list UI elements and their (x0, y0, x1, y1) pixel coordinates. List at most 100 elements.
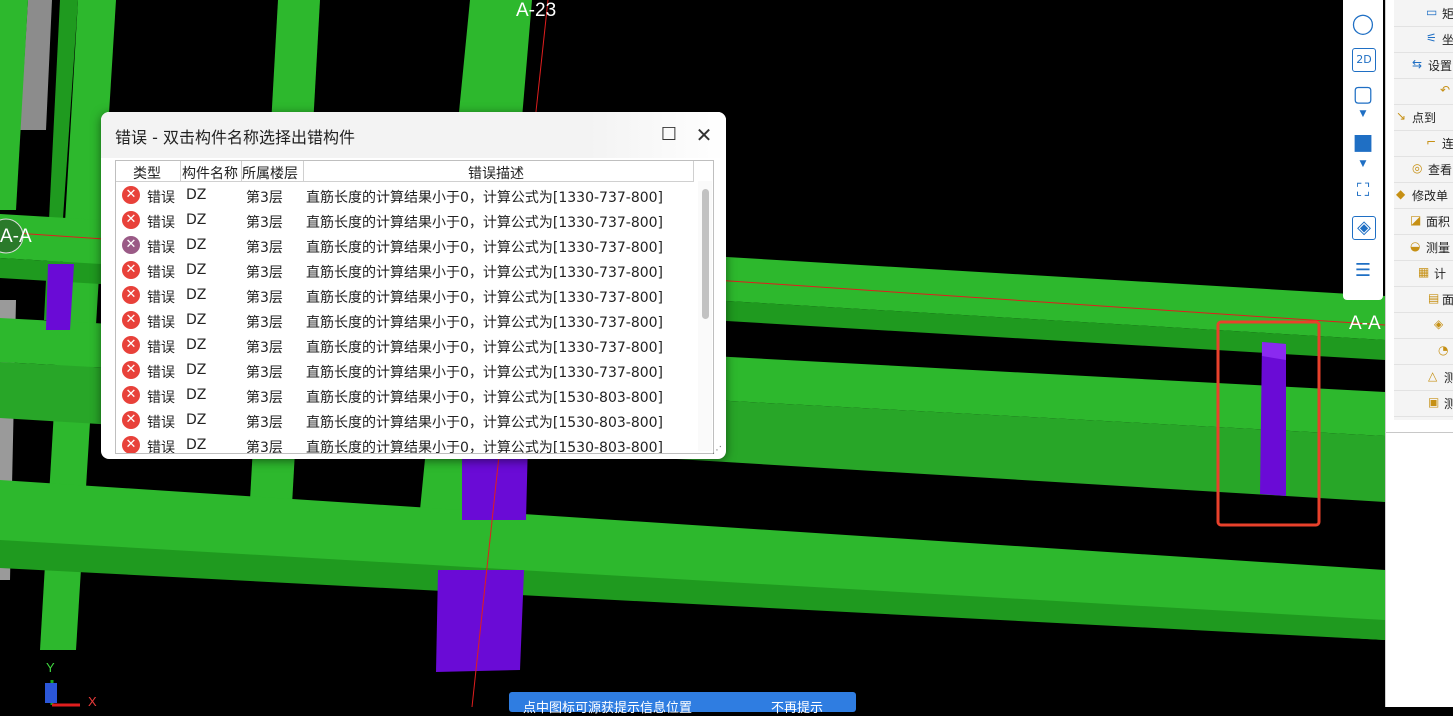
column-header-floor[interactable]: 所属楼层 (242, 163, 306, 183)
column-divider[interactable] (693, 161, 694, 181)
display-settings-icon[interactable]: ☰ (1350, 258, 1376, 284)
table-body: ✕ 错误 DZ 第3层 直筋长度的计算结果小于0，计算公式为[1330-737-800]… (116, 183, 696, 454)
row-component-name[interactable]: DZ (186, 337, 206, 353)
notification-banner[interactable]: 点中图标可源获提示信息位置 不再提示 (509, 692, 856, 716)
command-item[interactable]: ⌐ 连 (1394, 130, 1453, 157)
row-description: 直筋长度的计算结果小于0，计算公式为[1330-737-800] (306, 365, 664, 381)
gizmo-z-block (45, 683, 57, 703)
column-header-name[interactable]: 构件名称 (182, 163, 242, 183)
row-type: 错误 (147, 315, 175, 331)
purple-column (1260, 342, 1286, 496)
measure-icon: ◒ (1410, 239, 1421, 253)
row-component-name[interactable]: DZ (186, 237, 206, 253)
command-item[interactable]: ◈ (1394, 312, 1453, 339)
row-type: 错误 (147, 190, 175, 206)
error-icon: ✕ (122, 236, 140, 254)
row-description: 直筋长度的计算结果小于0，计算公式为[1530-803-800] (306, 440, 664, 454)
view-toolbar: ◯ 2D ▢ ▼ ■ ▼ ⛶ ◈ ☰ (1343, 0, 1383, 300)
purple-column (46, 264, 74, 330)
command-item[interactable]: ▤ 面 (1394, 286, 1453, 313)
command-item[interactable]: ◒ 测量 (1394, 234, 1453, 261)
table-row[interactable]: ✕ 错误 DZ 第3层 直筋长度的计算结果小于0，计算公式为[1330-737-800] (116, 258, 696, 283)
error-dialog[interactable]: 错误 - 双击构件名称选择出错构件 ☐ ✕ 类型 构件名称 所属楼层 错误描述 … (101, 112, 726, 459)
table-row[interactable]: ✕ 错误 DZ 第3层 直筋长度的计算结果小于0，计算公式为[1530-803-800] (116, 383, 696, 408)
table-row[interactable]: ✕ 错误 DZ 第3层 直筋长度的计算结果小于0，计算公式为[1330-737-800] (116, 283, 696, 308)
table-row[interactable]: ✕ 错误 DZ 第3层 直筋长度的计算结果小于0，计算公式为[1330-737-800] (116, 208, 696, 233)
table-row[interactable]: ✕ 错误 DZ 第3层 直筋长度的计算结果小于0，计算公式为[1330-737-800] (116, 183, 696, 208)
column-header-type[interactable]: 类型 (133, 163, 181, 183)
chevron-down-icon[interactable]: ▼ (1350, 158, 1376, 170)
column-divider[interactable] (180, 161, 181, 181)
row-description: 直筋长度的计算结果小于0，计算公式为[1530-803-800] (306, 390, 664, 406)
column-header-description[interactable]: 错误描述 (468, 163, 558, 183)
row-component-name[interactable]: DZ (186, 362, 206, 378)
row-floor: 第3层 (246, 290, 283, 306)
panel-divider (1386, 432, 1453, 433)
point-to-icon: ↘ (1396, 109, 1407, 123)
table-row[interactable]: ✕ 错误 DZ 第3层 直筋长度的计算结果小于0，计算公式为[1530-803-800] (116, 408, 696, 433)
command-item[interactable]: ▭ 矩 (1394, 0, 1453, 27)
row-component-name[interactable]: DZ (186, 212, 206, 228)
error-icon: ✕ (122, 436, 140, 453)
row-description: 直筋长度的计算结果小于0，计算公式为[1330-737-800] (306, 290, 664, 306)
error-table[interactable]: 类型 构件名称 所属楼层 错误描述 ✕ 错误 DZ 第3层 直筋长度的计算结果小于0，计… (115, 160, 714, 454)
column-divider[interactable] (303, 161, 304, 181)
row-component-name[interactable]: DZ (186, 287, 206, 303)
error-icon: ✕ (122, 361, 140, 379)
command-item[interactable]: ◪ 面积 (1394, 208, 1453, 235)
command-item[interactable]: ↶ (1394, 78, 1453, 105)
row-type: 错误 (147, 340, 175, 356)
error-icon: ✕ (122, 261, 140, 279)
table-row[interactable]: ✕ 错误 DZ 第3层 直筋长度的计算结果小于0，计算公式为[1530-803-800] (116, 433, 696, 454)
command-item[interactable]: ▣测 (1394, 390, 1453, 417)
row-type: 错误 (147, 390, 175, 406)
view-2d-icon[interactable]: 2D (1352, 48, 1376, 72)
error-icon: ✕ (122, 286, 140, 304)
row-description: 直筋长度的计算结果小于0，计算公式为[1330-737-800] (306, 340, 664, 356)
maximize-button[interactable]: ☐ (656, 122, 682, 148)
coordinate-icon: ⚟ (1426, 31, 1437, 45)
row-type: 错误 (147, 365, 175, 381)
row-component-name[interactable]: DZ (186, 187, 206, 203)
table-row[interactable]: ✕ 错误 DZ 第3层 直筋长度的计算结果小于0，计算公式为[1330-737-800] (116, 333, 696, 358)
table-scrollbar[interactable] (698, 181, 712, 451)
table-row[interactable]: ✕ 错误 DZ 第3层 直筋长度的计算结果小于0，计算公式为[1330-737-800] (116, 358, 696, 383)
axis-label-a23: A-23 (516, 0, 557, 21)
row-component-name[interactable]: DZ (186, 437, 206, 453)
chevron-down-icon[interactable]: ▼ (1350, 108, 1376, 120)
command-item[interactable]: ⚟ 坐 (1394, 26, 1453, 53)
row-description: 直筋长度的计算结果小于0，计算公式为[1330-737-800] (306, 315, 664, 331)
solid-cube-icon[interactable]: ■ (1350, 130, 1376, 156)
command-item[interactable]: ◎ 查看 (1394, 156, 1453, 183)
error-icon: ✕ (122, 336, 140, 354)
cube-view-icon[interactable]: ▢ (1350, 82, 1376, 108)
command-item[interactable]: △测 (1394, 364, 1453, 391)
table-row[interactable]: ✕ 错误 DZ 第3层 直筋长度的计算结果小于0，计算公式为[1330-737-800] (116, 308, 696, 333)
error-icon: ✕ (122, 386, 140, 404)
row-type: 错误 (147, 290, 175, 306)
fullscreen-icon[interactable]: ⛶ (1350, 178, 1376, 204)
command-item[interactable]: ◔ (1394, 338, 1453, 365)
row-component-name[interactable]: DZ (186, 262, 206, 278)
face-icon: ▤ (1428, 291, 1440, 305)
dialog-titlebar[interactable]: 错误 - 双击构件名称选择出错构件 ☐ ✕ (101, 112, 726, 158)
command-item[interactable]: ⇆ 设置 (1394, 52, 1453, 79)
row-floor: 第3层 (246, 240, 283, 256)
orbit-icon[interactable]: ◯ (1350, 10, 1376, 36)
scrollbar-thumb[interactable] (702, 189, 709, 319)
command-item[interactable]: ↘ 点到 (1394, 104, 1453, 131)
command-item[interactable]: ◆ 修改单 (1394, 182, 1453, 209)
rotate-icon: ◔ (1438, 343, 1449, 357)
row-type: 错误 (147, 215, 175, 231)
row-component-name[interactable]: DZ (186, 387, 206, 403)
resize-grip-icon[interactable]: ⋰ (712, 445, 722, 456)
row-floor: 第3层 (246, 190, 283, 206)
row-component-name[interactable]: DZ (186, 412, 206, 428)
gizmo-y-label: Y (46, 660, 55, 675)
isolate-view-icon[interactable]: ◈ (1352, 216, 1376, 240)
close-button[interactable]: ✕ (691, 122, 717, 148)
command-item[interactable]: ▦ 计 (1394, 260, 1453, 287)
row-component-name[interactable]: DZ (186, 312, 206, 328)
table-row-selected[interactable]: ✕ 错误 DZ 第3层 直筋长度的计算结果小于0，计算公式为[1330-737-800] (116, 233, 696, 258)
row-description: 直筋长度的计算结果小于0，计算公式为[1530-803-800] (306, 415, 664, 431)
